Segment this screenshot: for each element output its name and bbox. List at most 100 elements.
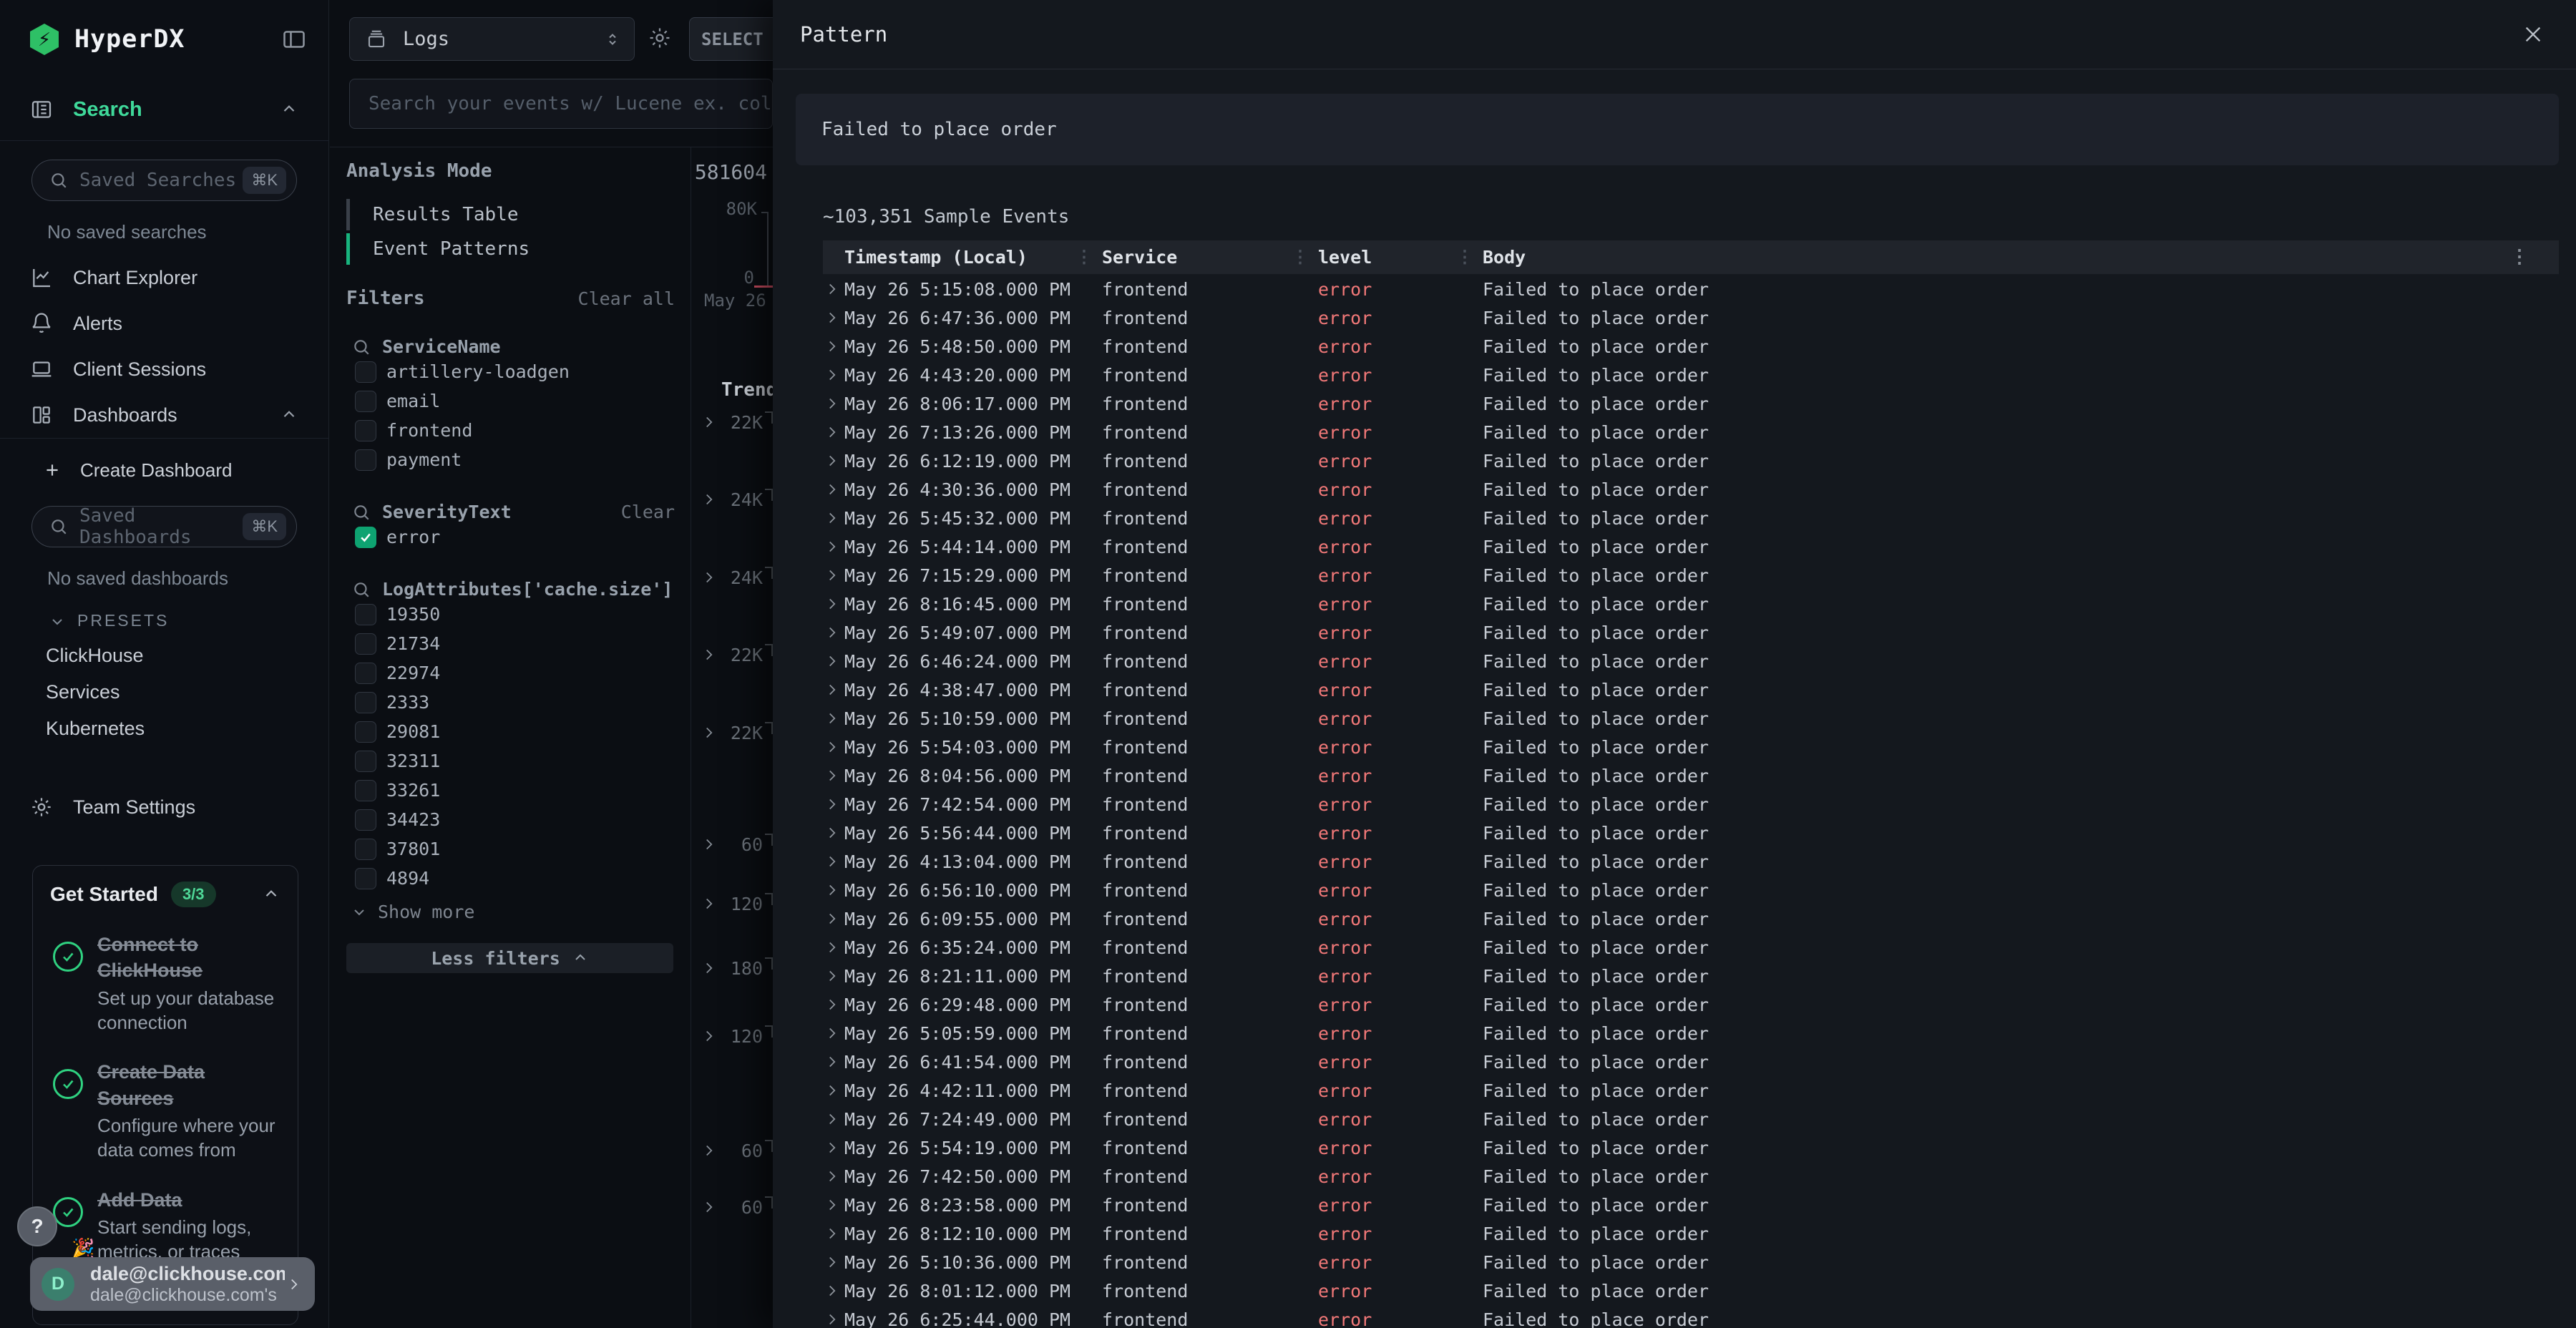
analysis-mode-option[interactable]: Results Table [346, 197, 675, 232]
event-row[interactable]: May 26 6:12:19.000 PMfrontenderrorFailed… [823, 446, 2559, 475]
saved-dashboards-input[interactable]: Saved Dashboards ⌘K [31, 506, 297, 547]
event-row[interactable]: May 26 6:29:48.000 PMfrontenderrorFailed… [823, 990, 2559, 1019]
chevron-right-icon[interactable] [823, 1053, 844, 1071]
checkbox[interactable] [355, 420, 376, 441]
chevron-right-icon[interactable] [823, 566, 844, 585]
event-row[interactable]: May 26 7:13:26.000 PMfrontenderrorFailed… [823, 418, 2559, 446]
sidebar-item-chart-explorer[interactable]: Chart Explorer [0, 255, 328, 301]
clear-filter-link[interactable]: Clear [621, 502, 675, 522]
event-row[interactable]: May 26 8:12:10.000 PMfrontenderrorFailed… [823, 1219, 2559, 1248]
pattern-trend-row[interactable]: 120 [691, 889, 773, 918]
filter-option[interactable]: 19350 [346, 600, 675, 629]
event-row[interactable]: May 26 6:35:24.000 PMfrontenderrorFailed… [823, 933, 2559, 962]
chevron-right-icon[interactable] [823, 680, 844, 699]
event-row[interactable]: May 26 5:49:07.000 PMfrontenderrorFailed… [823, 618, 2559, 647]
chevron-right-icon[interactable] [823, 995, 844, 1014]
source-settings-gear-icon[interactable] [648, 26, 672, 50]
pattern-trend-row[interactable]: 24K [691, 563, 773, 592]
chevron-right-icon[interactable] [823, 824, 844, 842]
chevron-right-icon[interactable] [823, 795, 844, 814]
source-select[interactable]: Logs [349, 17, 635, 61]
filter-option[interactable]: 37801 [346, 834, 675, 864]
less-filters-button[interactable]: Less filters [346, 943, 673, 973]
show-more-toggle[interactable]: Show more [346, 896, 675, 927]
chevron-up-icon[interactable] [262, 885, 280, 904]
sidebar-item-search[interactable]: Search [0, 79, 328, 140]
event-row[interactable]: May 26 6:47:36.000 PMfrontenderrorFailed… [823, 303, 2559, 332]
filter-option[interactable]: 2333 [346, 688, 675, 717]
chevron-right-icon[interactable] [823, 1024, 844, 1043]
event-row[interactable]: May 26 5:54:03.000 PMfrontenderrorFailed… [823, 733, 2559, 761]
sidebar-item-client-sessions[interactable]: Client Sessions [0, 346, 328, 392]
event-row[interactable]: May 26 6:41:54.000 PMfrontenderrorFailed… [823, 1048, 2559, 1076]
event-row[interactable]: May 26 7:15:29.000 PMfrontenderrorFailed… [823, 561, 2559, 590]
event-row[interactable]: May 26 4:13:04.000 PMfrontenderrorFailed… [823, 847, 2559, 876]
chevron-right-icon[interactable] [700, 1027, 718, 1045]
preset-item-clickhouse[interactable]: ClickHouse [0, 638, 328, 674]
checkbox[interactable] [355, 692, 376, 713]
filter-option[interactable]: 32311 [346, 746, 675, 776]
chevron-right-icon[interactable] [823, 881, 844, 899]
chevron-up-icon[interactable] [280, 100, 298, 119]
chevron-right-icon[interactable] [823, 852, 844, 871]
filter-option[interactable]: artillery-loadgen [346, 357, 675, 386]
chevron-right-icon[interactable] [823, 1253, 844, 1271]
checkbox[interactable] [355, 663, 376, 684]
event-row[interactable]: May 26 5:48:50.000 PMfrontenderrorFailed… [823, 332, 2559, 361]
chevron-right-icon[interactable] [700, 835, 718, 854]
checkbox[interactable] [355, 449, 376, 471]
event-row[interactable]: May 26 8:01:12.000 PMfrontenderrorFailed… [823, 1276, 2559, 1305]
event-row[interactable]: May 26 6:25:44.000 PMfrontenderrorFailed… [823, 1305, 2559, 1328]
chevron-right-icon[interactable] [823, 308, 844, 327]
event-row[interactable]: May 26 4:43:20.000 PMfrontenderrorFailed… [823, 361, 2559, 389]
pattern-trend-row[interactable]: 60 [691, 1136, 773, 1165]
event-row[interactable]: May 26 5:44:14.000 PMfrontenderrorFailed… [823, 532, 2559, 561]
filter-option[interactable]: 34423 [346, 805, 675, 834]
presets-toggle[interactable]: PRESETS [0, 601, 328, 638]
chevron-right-icon[interactable] [823, 1196, 844, 1214]
event-row[interactable]: May 26 4:42:11.000 PMfrontenderrorFailed… [823, 1076, 2559, 1105]
close-icon[interactable] [2522, 23, 2545, 46]
get-started-step[interactable]: Create Data SourcesConfigure where your … [50, 1059, 280, 1162]
chevron-right-icon[interactable] [700, 645, 718, 664]
checkbox[interactable] [355, 391, 376, 412]
sidebar-collapse-icon[interactable] [281, 26, 307, 52]
chevron-right-icon[interactable] [823, 909, 844, 928]
pattern-trend-row[interactable]: 22K [691, 408, 773, 436]
pattern-trend-row[interactable]: 60 [691, 1193, 773, 1221]
checkbox[interactable] [355, 868, 376, 889]
column-resize-handle[interactable]: ⋮ [1292, 246, 1309, 268]
chevron-right-icon[interactable] [823, 1081, 844, 1100]
event-row[interactable]: May 26 8:23:58.000 PMfrontenderrorFailed… [823, 1191, 2559, 1219]
column-resize-handle[interactable]: ⋮ [1075, 246, 1093, 268]
filter-option[interactable]: 22974 [346, 658, 675, 688]
chevron-up-icon[interactable] [280, 406, 298, 424]
event-row[interactable]: May 26 5:56:44.000 PMfrontenderrorFailed… [823, 819, 2559, 847]
chevron-right-icon[interactable] [823, 967, 844, 985]
col-header-timestamp[interactable]: Timestamp (Local) [844, 247, 1102, 268]
event-row[interactable]: May 26 6:46:24.000 PMfrontenderrorFailed… [823, 647, 2559, 675]
event-row[interactable]: May 26 8:21:11.000 PMfrontenderrorFailed… [823, 962, 2559, 990]
chevron-right-icon[interactable] [823, 709, 844, 728]
checkbox[interactable] [355, 780, 376, 801]
chevron-right-icon[interactable] [823, 938, 844, 957]
filter-option[interactable]: 4894 [346, 864, 675, 893]
column-resize-handle[interactable]: ⋮ [1456, 246, 1473, 268]
chevron-right-icon[interactable] [700, 894, 718, 913]
filter-option[interactable]: frontend [346, 416, 675, 445]
event-row[interactable]: May 26 5:10:59.000 PMfrontenderrorFailed… [823, 704, 2559, 733]
chevron-right-icon[interactable] [823, 623, 844, 642]
chevron-right-icon[interactable] [823, 451, 844, 470]
user-menu[interactable]: D dale@clickhouse.com dale@clickhouse.co… [30, 1257, 315, 1311]
chevron-right-icon[interactable] [823, 509, 844, 527]
event-row[interactable]: May 26 8:06:17.000 PMfrontenderrorFailed… [823, 389, 2559, 418]
chevron-right-icon[interactable] [700, 959, 718, 977]
checkbox[interactable] [355, 839, 376, 860]
chevron-right-icon[interactable] [700, 723, 718, 742]
chevron-right-icon[interactable] [700, 413, 718, 431]
chevron-right-icon[interactable] [823, 394, 844, 413]
create-dashboard-button[interactable]: Create Dashboard [0, 449, 328, 492]
filter-option[interactable]: 33261 [346, 776, 675, 805]
table-options-kebab-icon[interactable]: ⋮ [2510, 246, 2529, 268]
chevron-right-icon[interactable] [700, 1141, 718, 1160]
